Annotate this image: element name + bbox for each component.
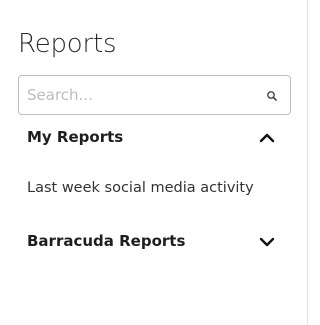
section-label-my-reports: My Reports [27, 128, 124, 146]
search-box[interactable] [18, 75, 291, 115]
section-my-reports[interactable]: My Reports [18, 123, 291, 153]
report-item-last-week-social[interactable]: Last week social media activity [27, 176, 287, 200]
chevron-down-icon[interactable] [258, 234, 276, 250]
reports-panel: Reports My Reports Last week social medi… [0, 0, 310, 325]
panel-divider [307, 0, 308, 325]
chevron-up-icon[interactable] [258, 130, 276, 146]
page-title: Reports [18, 29, 117, 59]
section-barracuda-reports[interactable]: Barracuda Reports [18, 227, 291, 257]
search-input[interactable] [27, 76, 257, 114]
section-label-barracuda-reports: Barracuda Reports [27, 232, 186, 250]
search-icon[interactable] [265, 89, 279, 103]
